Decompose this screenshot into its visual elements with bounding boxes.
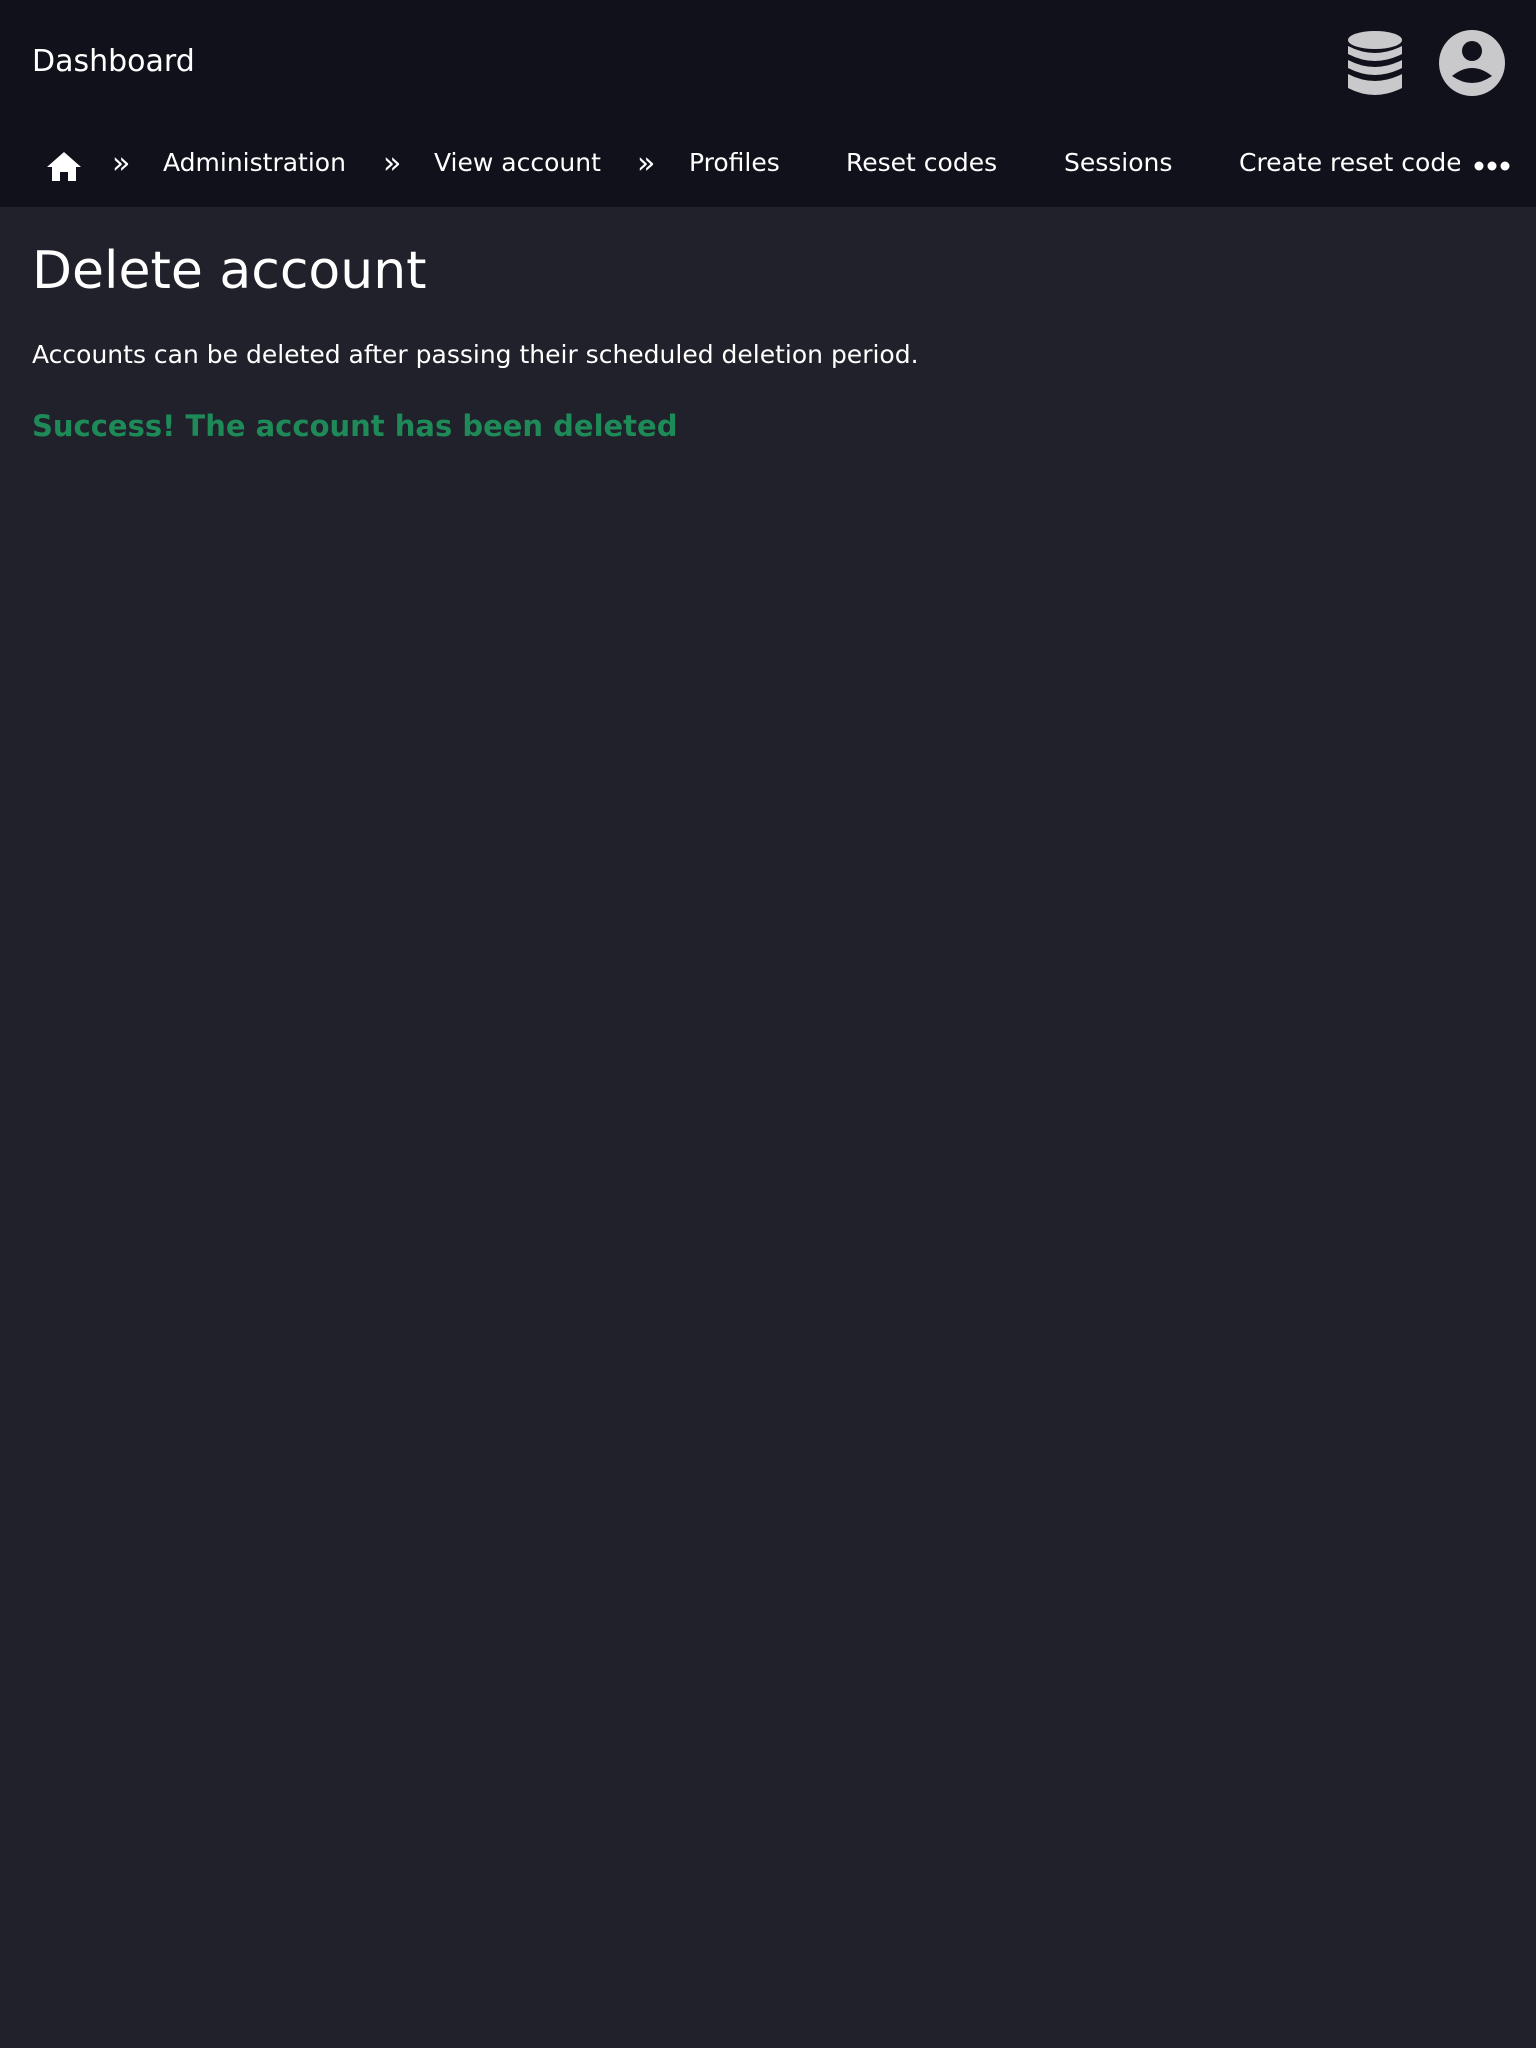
- breadcrumb-nav: » Administration » View account » Profil…: [0, 140, 1536, 186]
- tab-reset-codes[interactable]: Reset codes: [846, 140, 997, 186]
- breadcrumb-separator: »: [112, 146, 131, 181]
- tab-sessions[interactable]: Sessions: [1064, 140, 1172, 186]
- app-title-link[interactable]: Dashboard: [32, 42, 195, 82]
- page-description: Accounts can be deleted after passing th…: [32, 340, 919, 369]
- top-bar: Dashboard » Administration » View accoun…: [0, 0, 1536, 207]
- user-circle-icon[interactable]: [1439, 30, 1505, 96]
- tab-create-reset-code[interactable]: Create reset code: [1239, 140, 1460, 186]
- breadcrumb-administration[interactable]: Administration: [163, 140, 346, 186]
- breadcrumb-view-account[interactable]: View account: [434, 140, 601, 186]
- database-icon[interactable]: [1346, 30, 1404, 98]
- breadcrumb-separator: »: [637, 146, 656, 181]
- tab-profiles[interactable]: Profiles: [689, 140, 780, 186]
- nav-overflow-clip: Create reset code: [1238, 140, 1460, 186]
- page-title: Delete account: [32, 241, 427, 301]
- breadcrumb-separator: »: [383, 146, 402, 181]
- more-horizontal-icon[interactable]: [1474, 160, 1510, 172]
- success-message: Success! The account has been deleted: [32, 409, 678, 443]
